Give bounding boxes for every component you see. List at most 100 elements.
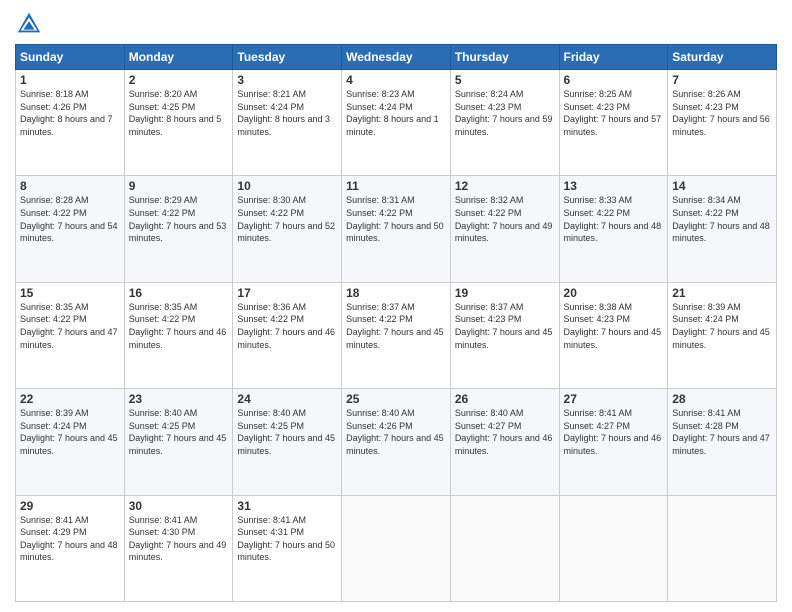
logo-icon	[15, 10, 43, 38]
day-number: 13	[564, 179, 664, 193]
day-info: Sunrise: 8:31 AM Sunset: 4:22 PM Dayligh…	[346, 194, 446, 244]
day-number: 27	[564, 392, 664, 406]
day-info: Sunrise: 8:39 AM Sunset: 4:24 PM Dayligh…	[20, 407, 120, 457]
calendar-header-friday: Friday	[559, 45, 668, 70]
calendar-cell: 7 Sunrise: 8:26 AM Sunset: 4:23 PM Dayli…	[668, 70, 777, 176]
calendar-cell: 17 Sunrise: 8:36 AM Sunset: 4:22 PM Dayl…	[233, 282, 342, 388]
day-number: 17	[237, 286, 337, 300]
calendar-cell: 3 Sunrise: 8:21 AM Sunset: 4:24 PM Dayli…	[233, 70, 342, 176]
calendar-week-row: 15 Sunrise: 8:35 AM Sunset: 4:22 PM Dayl…	[16, 282, 777, 388]
day-info: Sunrise: 8:40 AM Sunset: 4:27 PM Dayligh…	[455, 407, 555, 457]
day-info: Sunrise: 8:32 AM Sunset: 4:22 PM Dayligh…	[455, 194, 555, 244]
calendar-header-saturday: Saturday	[668, 45, 777, 70]
day-number: 21	[672, 286, 772, 300]
calendar-header-wednesday: Wednesday	[342, 45, 451, 70]
day-number: 26	[455, 392, 555, 406]
day-info: Sunrise: 8:33 AM Sunset: 4:22 PM Dayligh…	[564, 194, 664, 244]
calendar-cell: 31 Sunrise: 8:41 AM Sunset: 4:31 PM Dayl…	[233, 495, 342, 601]
day-info: Sunrise: 8:26 AM Sunset: 4:23 PM Dayligh…	[672, 88, 772, 138]
day-number: 31	[237, 499, 337, 513]
day-info: Sunrise: 8:35 AM Sunset: 4:22 PM Dayligh…	[20, 301, 120, 351]
day-info: Sunrise: 8:41 AM Sunset: 4:28 PM Dayligh…	[672, 407, 772, 457]
logo	[15, 10, 47, 38]
calendar-cell: 1 Sunrise: 8:18 AM Sunset: 4:26 PM Dayli…	[16, 70, 125, 176]
calendar-cell: 20 Sunrise: 8:38 AM Sunset: 4:23 PM Dayl…	[559, 282, 668, 388]
calendar-cell: 25 Sunrise: 8:40 AM Sunset: 4:26 PM Dayl…	[342, 389, 451, 495]
calendar-header-sunday: Sunday	[16, 45, 125, 70]
day-number: 18	[346, 286, 446, 300]
calendar-cell: 28 Sunrise: 8:41 AM Sunset: 4:28 PM Dayl…	[668, 389, 777, 495]
day-number: 25	[346, 392, 446, 406]
calendar-cell: 30 Sunrise: 8:41 AM Sunset: 4:30 PM Dayl…	[124, 495, 233, 601]
day-number: 29	[20, 499, 120, 513]
day-number: 6	[564, 73, 664, 87]
calendar-cell: 26 Sunrise: 8:40 AM Sunset: 4:27 PM Dayl…	[450, 389, 559, 495]
calendar-week-row: 22 Sunrise: 8:39 AM Sunset: 4:24 PM Dayl…	[16, 389, 777, 495]
day-number: 12	[455, 179, 555, 193]
calendar-cell: 9 Sunrise: 8:29 AM Sunset: 4:22 PM Dayli…	[124, 176, 233, 282]
day-number: 11	[346, 179, 446, 193]
day-info: Sunrise: 8:40 AM Sunset: 4:25 PM Dayligh…	[129, 407, 229, 457]
day-number: 14	[672, 179, 772, 193]
day-info: Sunrise: 8:41 AM Sunset: 4:30 PM Dayligh…	[129, 514, 229, 564]
calendar-cell: 29 Sunrise: 8:41 AM Sunset: 4:29 PM Dayl…	[16, 495, 125, 601]
day-info: Sunrise: 8:38 AM Sunset: 4:23 PM Dayligh…	[564, 301, 664, 351]
day-info: Sunrise: 8:30 AM Sunset: 4:22 PM Dayligh…	[237, 194, 337, 244]
calendar-week-row: 1 Sunrise: 8:18 AM Sunset: 4:26 PM Dayli…	[16, 70, 777, 176]
calendar-cell: 24 Sunrise: 8:40 AM Sunset: 4:25 PM Dayl…	[233, 389, 342, 495]
calendar-cell: 14 Sunrise: 8:34 AM Sunset: 4:22 PM Dayl…	[668, 176, 777, 282]
calendar-header-monday: Monday	[124, 45, 233, 70]
calendar-cell: 23 Sunrise: 8:40 AM Sunset: 4:25 PM Dayl…	[124, 389, 233, 495]
calendar-cell: 2 Sunrise: 8:20 AM Sunset: 4:25 PM Dayli…	[124, 70, 233, 176]
day-number: 1	[20, 73, 120, 87]
day-number: 3	[237, 73, 337, 87]
calendar-cell: 4 Sunrise: 8:23 AM Sunset: 4:24 PM Dayli…	[342, 70, 451, 176]
calendar-week-row: 8 Sunrise: 8:28 AM Sunset: 4:22 PM Dayli…	[16, 176, 777, 282]
calendar-cell: 16 Sunrise: 8:35 AM Sunset: 4:22 PM Dayl…	[124, 282, 233, 388]
calendar-cell	[668, 495, 777, 601]
day-number: 19	[455, 286, 555, 300]
calendar-cell: 8 Sunrise: 8:28 AM Sunset: 4:22 PM Dayli…	[16, 176, 125, 282]
calendar-cell: 18 Sunrise: 8:37 AM Sunset: 4:22 PM Dayl…	[342, 282, 451, 388]
day-info: Sunrise: 8:20 AM Sunset: 4:25 PM Dayligh…	[129, 88, 229, 138]
day-number: 10	[237, 179, 337, 193]
calendar-cell: 12 Sunrise: 8:32 AM Sunset: 4:22 PM Dayl…	[450, 176, 559, 282]
day-info: Sunrise: 8:40 AM Sunset: 4:25 PM Dayligh…	[237, 407, 337, 457]
day-info: Sunrise: 8:18 AM Sunset: 4:26 PM Dayligh…	[20, 88, 120, 138]
calendar-week-row: 29 Sunrise: 8:41 AM Sunset: 4:29 PM Dayl…	[16, 495, 777, 601]
header	[15, 10, 777, 38]
day-info: Sunrise: 8:41 AM Sunset: 4:31 PM Dayligh…	[237, 514, 337, 564]
day-info: Sunrise: 8:23 AM Sunset: 4:24 PM Dayligh…	[346, 88, 446, 138]
day-info: Sunrise: 8:21 AM Sunset: 4:24 PM Dayligh…	[237, 88, 337, 138]
day-number: 5	[455, 73, 555, 87]
day-info: Sunrise: 8:24 AM Sunset: 4:23 PM Dayligh…	[455, 88, 555, 138]
day-number: 22	[20, 392, 120, 406]
day-number: 28	[672, 392, 772, 406]
calendar-cell	[450, 495, 559, 601]
calendar-cell	[559, 495, 668, 601]
day-number: 20	[564, 286, 664, 300]
day-number: 15	[20, 286, 120, 300]
calendar-cell: 11 Sunrise: 8:31 AM Sunset: 4:22 PM Dayl…	[342, 176, 451, 282]
day-info: Sunrise: 8:29 AM Sunset: 4:22 PM Dayligh…	[129, 194, 229, 244]
calendar-cell	[342, 495, 451, 601]
calendar-cell: 5 Sunrise: 8:24 AM Sunset: 4:23 PM Dayli…	[450, 70, 559, 176]
day-number: 23	[129, 392, 229, 406]
day-info: Sunrise: 8:39 AM Sunset: 4:24 PM Dayligh…	[672, 301, 772, 351]
day-number: 9	[129, 179, 229, 193]
day-info: Sunrise: 8:41 AM Sunset: 4:29 PM Dayligh…	[20, 514, 120, 564]
day-info: Sunrise: 8:41 AM Sunset: 4:27 PM Dayligh…	[564, 407, 664, 457]
day-info: Sunrise: 8:28 AM Sunset: 4:22 PM Dayligh…	[20, 194, 120, 244]
calendar-cell: 19 Sunrise: 8:37 AM Sunset: 4:23 PM Dayl…	[450, 282, 559, 388]
calendar-cell: 22 Sunrise: 8:39 AM Sunset: 4:24 PM Dayl…	[16, 389, 125, 495]
calendar-cell: 27 Sunrise: 8:41 AM Sunset: 4:27 PM Dayl…	[559, 389, 668, 495]
day-number: 8	[20, 179, 120, 193]
calendar-cell: 13 Sunrise: 8:33 AM Sunset: 4:22 PM Dayl…	[559, 176, 668, 282]
calendar-header-row: SundayMondayTuesdayWednesdayThursdayFrid…	[16, 45, 777, 70]
day-number: 16	[129, 286, 229, 300]
day-info: Sunrise: 8:35 AM Sunset: 4:22 PM Dayligh…	[129, 301, 229, 351]
calendar-cell: 15 Sunrise: 8:35 AM Sunset: 4:22 PM Dayl…	[16, 282, 125, 388]
day-number: 24	[237, 392, 337, 406]
calendar-table: SundayMondayTuesdayWednesdayThursdayFrid…	[15, 44, 777, 602]
calendar-header-thursday: Thursday	[450, 45, 559, 70]
